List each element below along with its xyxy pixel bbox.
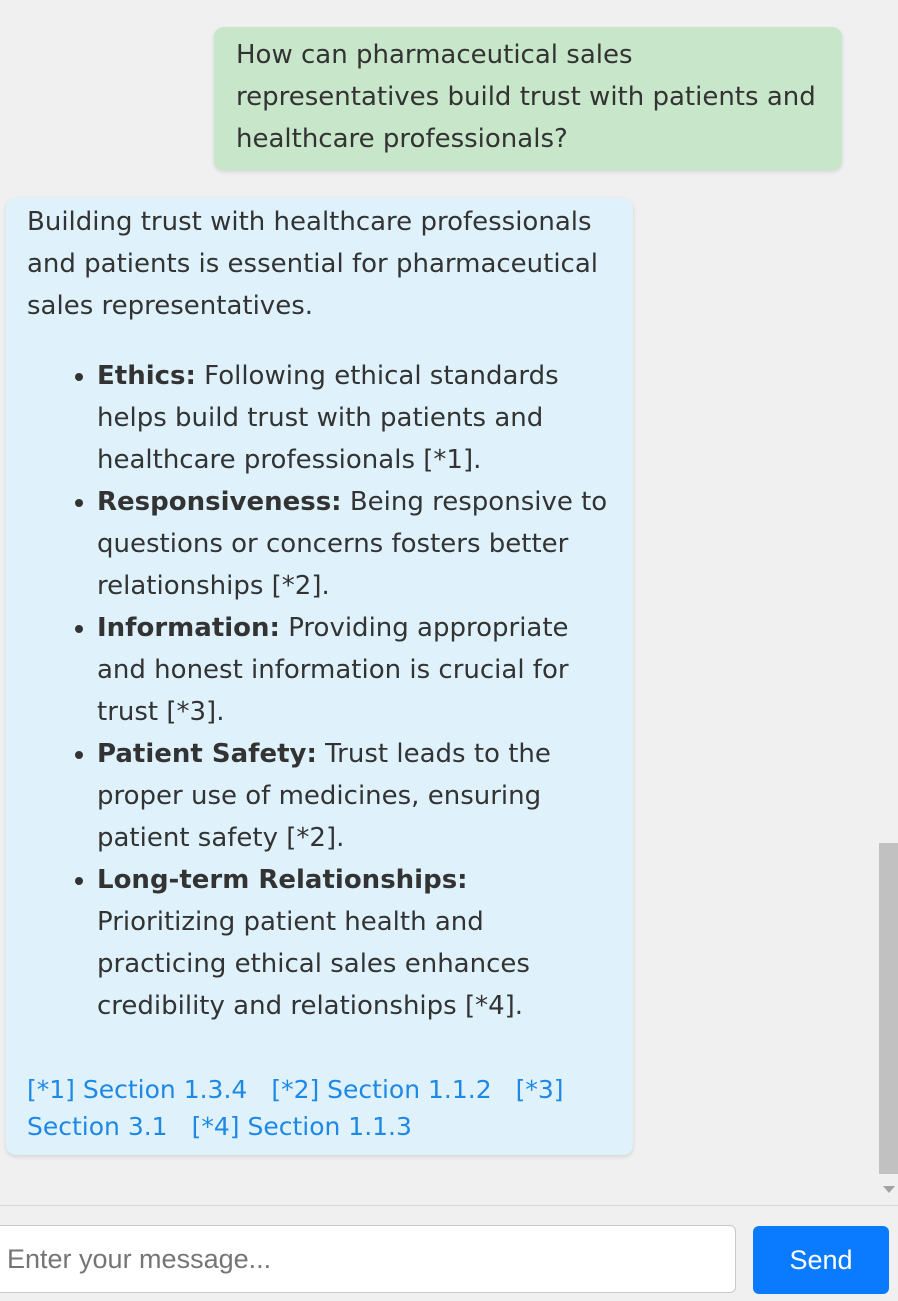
send-button[interactable]: Send (753, 1226, 889, 1294)
reference-link[interactable]: [*1] Section 1.3.4 (27, 1075, 247, 1104)
bullet-item: Long-term Relationships: Prioritizing pa… (97, 859, 612, 1027)
message-input[interactable] (0, 1225, 736, 1293)
bot-bullet-list: Ethics: Following ethical standards help… (27, 355, 612, 1027)
user-message-bubble: How can pharmaceutical sales representat… (214, 27, 842, 170)
bullet-item: Responsiveness: Being responsive to ques… (97, 481, 612, 607)
bullet-text: Prioritizing patient health and practici… (97, 907, 530, 1021)
scroll-down-arrow-icon[interactable] (883, 1186, 895, 1193)
bullet-title: Information: (97, 613, 280, 643)
bullet-title: Responsiveness: (97, 487, 342, 517)
bullet-title: Patient Safety: (97, 739, 317, 769)
bullet-title: Ethics: (97, 361, 196, 391)
bullet-item: Information: Providing appropriate and h… (97, 607, 612, 733)
bullet-title: Long-term Relationships: (97, 865, 468, 895)
bot-intro-text: Building trust with healthcare professio… (27, 207, 599, 321)
chat-area: How can pharmaceutical sales representat… (0, 0, 898, 1205)
user-message-text: How can pharmaceutical sales representat… (236, 40, 816, 154)
bullet-item: Ethics: Following ethical standards help… (97, 355, 612, 481)
bullet-item: Patient Safety: Trust leads to the prope… (97, 733, 612, 859)
bot-message-bubble: Building trust with healthcare professio… (6, 198, 633, 1155)
reference-links: [*1] Section 1.3.4 [*2] Section 1.1.2 [*3]… (27, 1071, 612, 1145)
message-composer: Send (0, 1205, 898, 1301)
reference-link[interactable]: [*4] Section 1.1.3 (192, 1112, 412, 1141)
scrollbar-thumb[interactable] (879, 843, 898, 1174)
reference-link[interactable]: [*2] Section 1.1.2 (271, 1075, 491, 1104)
